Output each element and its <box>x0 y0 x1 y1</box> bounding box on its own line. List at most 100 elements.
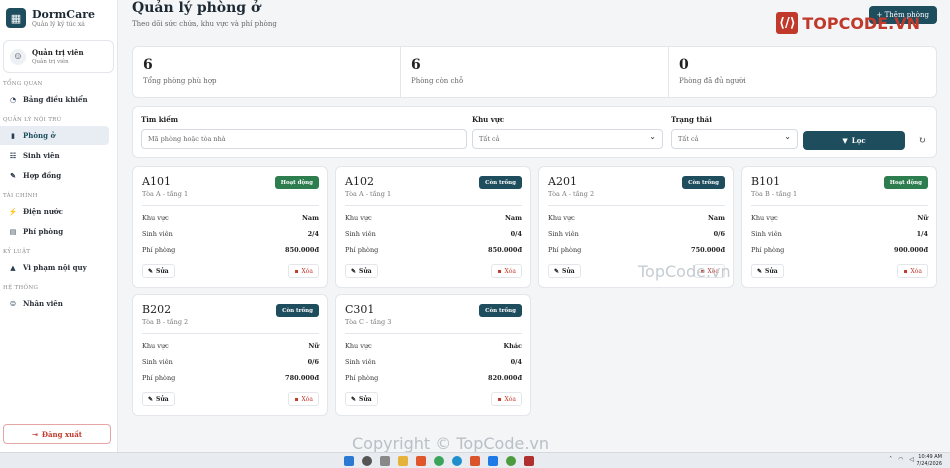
building-icon: ▦ <box>6 8 26 28</box>
app-icon[interactable] <box>470 456 480 466</box>
room-name: B202 <box>142 303 172 316</box>
volume-icon[interactable]: ◁ <box>909 456 914 463</box>
stat-label: Phòng còn chỗ <box>411 77 464 85</box>
sidebar-nav: TỔNG QUAN ◔ Bảng điều khiển QUẢN LÝ NỘI TRÚ… <box>0 81 117 313</box>
sidebar-item-label: Phòng ở <box>23 131 56 140</box>
status-select[interactable]: Tất cả <box>671 129 798 149</box>
delete-label: Xóa <box>301 267 313 275</box>
row-key: Khu vực <box>345 214 372 222</box>
room-location: Tòa B - tầng 1 <box>751 190 798 198</box>
sidebar-item-label: Điện nước <box>23 207 63 216</box>
delete-button[interactable]: ▪ Xóa <box>491 264 522 278</box>
pencil-icon: ✎ <box>148 267 154 275</box>
edit-label: Sửa <box>765 267 778 275</box>
edit-label: Sửa <box>359 395 372 403</box>
delete-button[interactable]: ▪ Xóa <box>897 264 928 278</box>
row-key: Khu vực <box>751 214 778 222</box>
status-badge: Hoạt động <box>274 176 319 189</box>
sidebar-item-label: Vi phạm nội quy <box>23 263 87 272</box>
row-key: Phí phòng <box>548 246 582 254</box>
status-badge: Còn trống <box>479 304 522 317</box>
edit-button[interactable]: ✎ Sửa <box>751 264 784 278</box>
row-value: 2/4 <box>307 230 319 238</box>
main-content: Quản lý phòng ở Theo dõi sức chứa, khu v… <box>126 0 950 452</box>
chrome-icon[interactable] <box>434 456 444 466</box>
zalo-icon[interactable] <box>488 456 498 466</box>
app-2-icon[interactable] <box>524 456 534 466</box>
sidebar-item[interactable]: ▮ Phòng ở <box>0 126 109 145</box>
stat-full: 0 Phòng đã đủ người <box>669 47 936 97</box>
edit-button[interactable]: ✎ Sửa <box>142 264 175 278</box>
refresh-icon[interactable]: ↻ <box>913 131 931 150</box>
sidebar-item[interactable]: ☷ Sinh viên <box>0 146 109 165</box>
row-value: 0/4 <box>510 358 522 366</box>
edit-button[interactable]: ✎ Sửa <box>142 392 175 406</box>
wifi-icon[interactable]: ◠ <box>898 456 903 463</box>
chevron-up-icon[interactable]: ˄ <box>889 456 892 463</box>
sidebar-item-label: Sinh viên <box>23 151 60 160</box>
search-icon[interactable] <box>362 456 372 466</box>
status-select-value: Tất cả <box>678 135 699 143</box>
edit-label: Sửa <box>156 267 169 275</box>
edit-button[interactable]: ✎ Sửa <box>548 264 581 278</box>
status-label: Trạng thái <box>671 115 712 124</box>
warning-icon: ▲ <box>10 263 16 272</box>
delete-button[interactable]: ▪ Xóa <box>491 392 522 406</box>
windows-start-icon[interactable] <box>344 456 354 466</box>
room-area-row: Khu vực Nữ <box>751 214 928 224</box>
sidebar-item[interactable]: ✎ Hợp đồng <box>0 166 109 185</box>
edit-button[interactable]: ✎ Sửa <box>345 392 378 406</box>
delete-button[interactable]: ▪ Xóa <box>288 264 319 278</box>
room-students-row: Sinh viên 2/4 <box>142 230 319 240</box>
status-badge: Còn trống <box>682 176 725 189</box>
page-title: Quản lý phòng ở <box>132 0 261 16</box>
row-key: Sinh viên <box>142 230 173 238</box>
room-area-row: Khu vực Nam <box>142 214 319 224</box>
delete-label: Xóa <box>504 395 516 403</box>
edge-icon[interactable] <box>452 456 462 466</box>
area-select[interactable]: Tất cả <box>472 129 663 149</box>
delete-button[interactable]: ▪ Xóa <box>288 392 319 406</box>
divider <box>142 333 319 334</box>
sidebar-item[interactable]: ⚡ Điện nước <box>0 202 109 221</box>
row-key: Phí phòng <box>142 246 176 254</box>
row-value: Nam <box>504 214 522 222</box>
room-fee-row: Phí phòng 780.000đ <box>142 374 319 384</box>
sidebar-item[interactable]: ◔ Bảng điều khiển <box>0 90 109 109</box>
staff-icon: ☺ <box>9 299 17 308</box>
logout-label: Đăng xuất <box>41 429 82 439</box>
user-card[interactable]: ☺ Quản trị viên Quản trị viên <box>3 40 114 73</box>
room-fee-row: Phí phòng 750.000đ <box>548 246 725 256</box>
clock[interactable]: 10:49 AM 7/24/2026 <box>916 454 942 468</box>
sidebar: ▦ DormCare Quản lý ký túc xá ☺ Quản trị … <box>0 0 118 452</box>
room-name: A102 <box>345 175 374 188</box>
topcode-logo-text: TOPCODE.VN <box>802 13 920 33</box>
edit-button[interactable]: ✎ Sửa <box>345 264 378 278</box>
filter-button[interactable]: ▼ Lọc <box>803 131 905 150</box>
nav-section-label: TỔNG QUAN <box>3 81 43 87</box>
row-value: 780.000đ <box>285 374 319 382</box>
task-view-icon[interactable] <box>380 456 390 466</box>
sidebar-item[interactable]: ☺ Nhân viên <box>0 294 109 313</box>
brand-subtitle: Quản lý ký túc xá <box>32 21 85 28</box>
row-key: Khu vực <box>142 342 169 350</box>
room-location: Tòa C - tầng 3 <box>345 318 392 326</box>
funnel-icon: ▼ <box>842 136 848 145</box>
room-name: A201 <box>548 175 577 188</box>
filter-button-label: Lọc <box>851 136 866 145</box>
row-value: 850.000đ <box>488 246 522 254</box>
sidebar-item[interactable]: ▲ Vi phạm nội quy <box>0 258 109 277</box>
logout-button[interactable]: ⇥ Đăng xuất <box>3 424 111 444</box>
row-key: Phí phòng <box>142 374 176 382</box>
row-key: Phí phòng <box>345 246 379 254</box>
brave-browser-icon[interactable] <box>416 456 426 466</box>
stat-total: 6 Tổng phòng phù hợp <box>133 47 401 97</box>
room-students-row: Sinh viên 1/4 <box>751 230 928 240</box>
search-input[interactable]: Mã phòng hoặc tòa nhà <box>141 129 467 149</box>
chrome-2-icon[interactable] <box>506 456 516 466</box>
clock-time: 10:49 AM <box>918 454 942 460</box>
file-explorer-icon[interactable] <box>398 456 408 466</box>
pencil-icon: ✎ <box>351 267 357 275</box>
sidebar-item[interactable]: ▤ Phí phòng <box>0 222 109 241</box>
search-label: Tìm kiếm <box>141 115 179 124</box>
